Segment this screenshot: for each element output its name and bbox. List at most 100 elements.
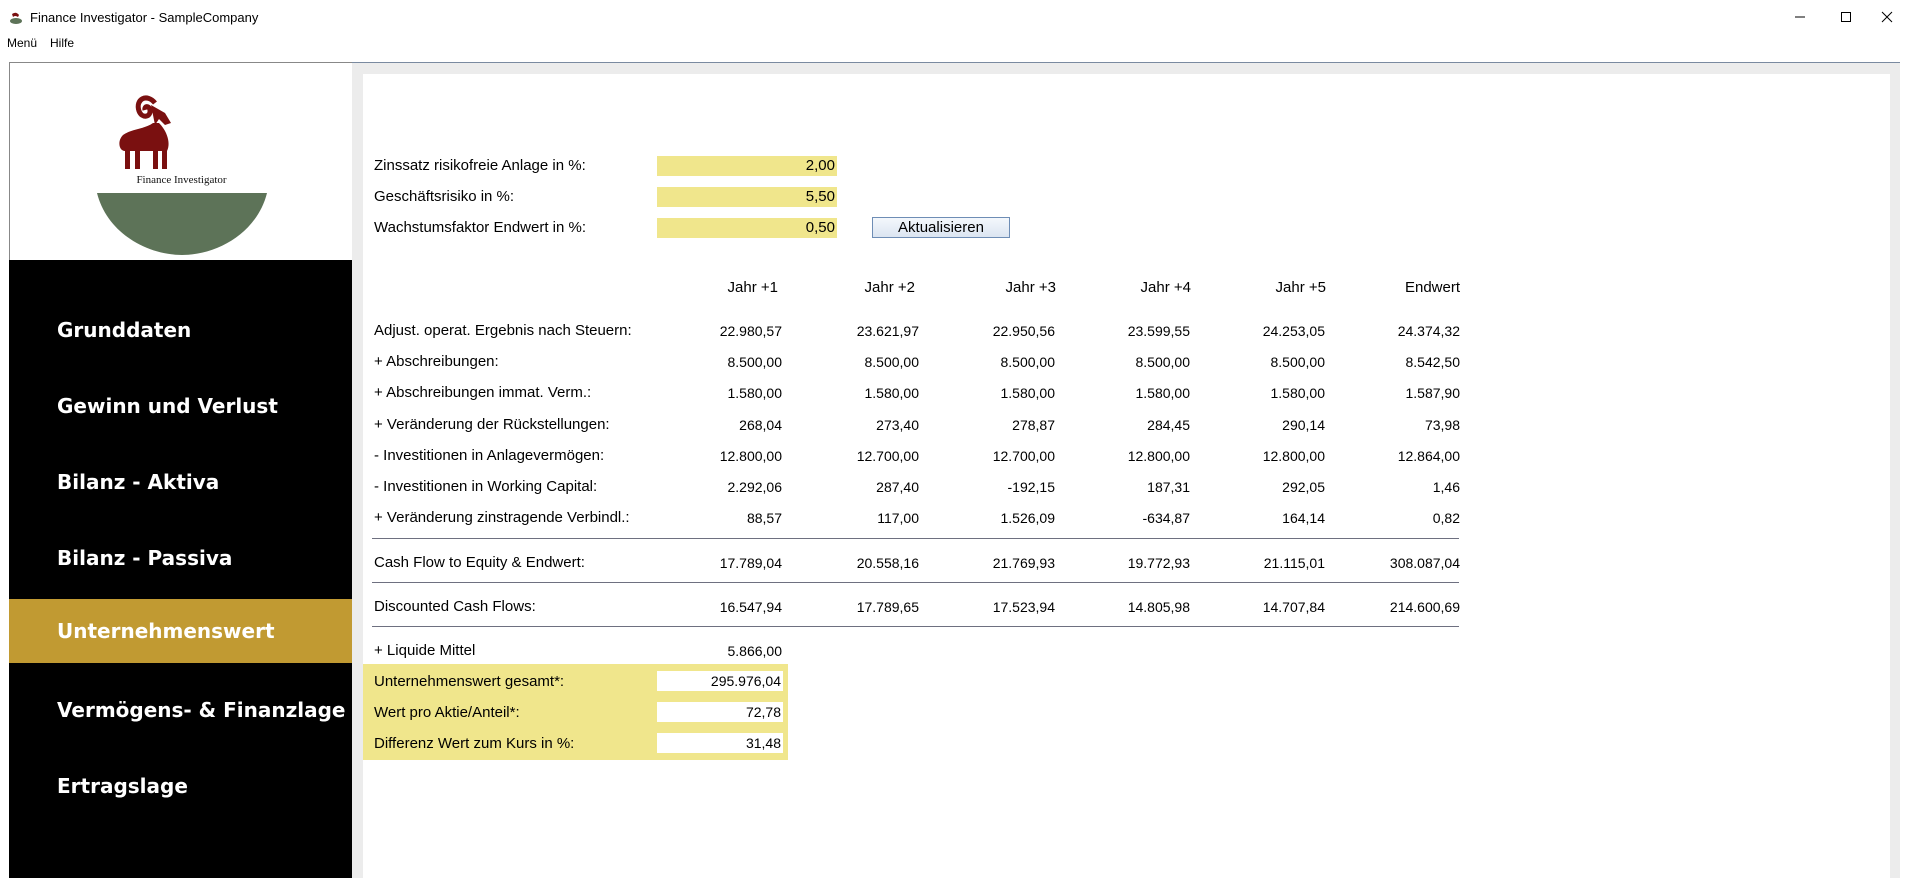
title-bar: Finance Investigator - SampleCompany [0, 0, 1905, 34]
table-row-label: + Veränderung der Rückstellungen: [374, 416, 610, 433]
table-row-label: Adjust. operat. Ergebnis nach Steuern: [374, 322, 632, 339]
table-row-label: + Abschreibungen immat. Verm.: [374, 384, 592, 401]
cashflow-cell: 21.115,01 [1263, 555, 1325, 571]
nav-item-grunddaten[interactable]: Grunddaten [9, 298, 352, 362]
discounted-cell: 14.707,84 [1262, 599, 1325, 615]
table-cell: 22.980,57 [719, 323, 782, 339]
minimize-icon [1795, 16, 1805, 18]
table-cell: 278,87 [1012, 417, 1055, 433]
divider [372, 582, 1459, 583]
table-cell: 292,05 [1282, 479, 1325, 495]
cashflow-label: Cash Flow to Equity & Endwert: [374, 554, 585, 571]
value-per-share-field: 72,78 [657, 702, 783, 722]
table-cell: 12.700,00 [992, 448, 1055, 464]
column-header-year-1: Jahr +1 [727, 279, 778, 296]
sidebar: Finance Investigator Grunddaten Gewinn u… [9, 62, 352, 878]
table-cell: 268,04 [739, 417, 782, 433]
table-cell: 1.587,90 [1405, 385, 1461, 401]
total-value-field: 295.976,04 [657, 671, 783, 691]
business-risk-input[interactable]: 5,50 [657, 187, 837, 207]
table-cell: 187,31 [1147, 479, 1190, 495]
table-cell: 24.253,05 [1262, 323, 1325, 339]
menu-item-menu[interactable]: Menü [7, 36, 37, 50]
maximize-button[interactable] [1823, 0, 1869, 34]
liquid-label: + Liquide Mittel [374, 642, 476, 659]
column-header-year-4: Jahr +4 [1140, 279, 1191, 296]
table-cell: 284,45 [1147, 417, 1190, 433]
table-cell: 1.580,00 [1000, 385, 1056, 401]
column-header-terminal-value: Endwert [1404, 279, 1460, 296]
table-cell: 1.580,00 [1270, 385, 1326, 401]
cashflow-cell: 20.558,16 [856, 555, 919, 571]
table-row-label: + Abschreibungen: [374, 353, 499, 370]
table-cell: 2.292,06 [727, 479, 783, 495]
discounted-cell: 214.600,69 [1389, 599, 1460, 615]
column-header-year-3: Jahr +3 [1005, 279, 1056, 296]
maximize-icon [1841, 12, 1851, 22]
table-cell: 24.374,32 [1397, 323, 1460, 339]
nav-item-unternehmenswert[interactable]: Unternehmenswert [9, 599, 352, 663]
divider [372, 538, 1459, 539]
table-cell: 8.500,00 [864, 354, 920, 370]
result-label-value-per-share: Wert pro Aktie/Anteil*: [374, 704, 520, 721]
result-label-total-value: Unternehmenswert gesamt*: [374, 673, 565, 690]
table-cell: 1.580,00 [1135, 385, 1191, 401]
app-icon [10, 12, 22, 24]
table-cell: 287,40 [876, 479, 919, 495]
table-cell: 8.500,00 [1270, 354, 1326, 370]
table-cell: 73,98 [1424, 417, 1460, 433]
growth-factor-input[interactable]: 0,50 [657, 218, 837, 238]
result-label-difference: Differenz Wert zum Kurs in %: [374, 735, 575, 752]
nav-item-gewinn-und-verlust[interactable]: Gewinn und Verlust [9, 374, 352, 438]
table-cell: 12.700,00 [856, 448, 919, 464]
close-icon [1881, 11, 1893, 23]
table-cell: 12.800,00 [1262, 448, 1325, 464]
ram-logo [119, 95, 171, 169]
table-row-label: - Investitionen in Working Capital: [374, 478, 598, 495]
table-cell: 22.950,56 [992, 323, 1055, 339]
table-cell: 273,40 [876, 417, 919, 433]
minimize-button[interactable] [1777, 0, 1823, 34]
table-cell: 23.621,97 [856, 323, 919, 339]
table-cell: 12.800,00 [719, 448, 782, 464]
table-cell: 8.500,00 [1000, 354, 1056, 370]
window-title: Finance Investigator - SampleCompany [30, 10, 259, 25]
table-cell: 290,14 [1282, 417, 1325, 433]
param-label-business-risk: Geschäftsrisiko in %: [374, 188, 515, 205]
column-header-year-5: Jahr +5 [1275, 279, 1326, 296]
logo-caption: Finance Investigator [136, 174, 227, 186]
table-cell: 88,57 [746, 510, 782, 526]
param-label-growth-factor: Wachstumsfaktor Endwert in %: [374, 219, 587, 236]
cashflow-cell: 308.087,04 [1389, 555, 1460, 571]
logo-hill [97, 193, 267, 255]
table-cell: -192,15 [1007, 479, 1055, 495]
cashflow-cell: 19.772,93 [1127, 555, 1190, 571]
table-cell: 1,46 [1432, 479, 1460, 495]
discounted-cell: 17.523,94 [992, 599, 1055, 615]
column-header-year-2: Jahr +2 [864, 279, 915, 296]
divider [372, 626, 1459, 627]
table-cell: 8.500,00 [727, 354, 783, 370]
nav-item-bilanz-passiva[interactable]: Bilanz - Passiva [9, 526, 352, 590]
table-row-label: - Investitionen in Anlagevermögen: [374, 447, 605, 464]
menu-item-help[interactable]: Hilfe [50, 36, 74, 50]
update-button[interactable]: Aktualisieren [872, 217, 1010, 238]
logo: Finance Investigator [9, 62, 352, 260]
nav-item-bilanz-aktiva[interactable]: Bilanz - Aktiva [9, 450, 352, 514]
param-label-risk-free-rate: Zinssatz risikofreie Anlage in %: [374, 157, 586, 174]
close-button[interactable] [1869, 0, 1905, 34]
risk-free-rate-input[interactable]: 2,00 [657, 156, 837, 176]
discounted-cell: 17.789,65 [856, 599, 919, 615]
table-cell: 164,14 [1282, 510, 1325, 526]
table-cell: 23.599,55 [1127, 323, 1190, 339]
difference-field: 31,48 [657, 733, 783, 753]
discounted-cell: 14.805,98 [1127, 599, 1190, 615]
discounted-label: Discounted Cash Flows: [374, 598, 536, 615]
table-cell: -634,87 [1142, 510, 1190, 526]
table-cell: 8.500,00 [1135, 354, 1191, 370]
table-cell: 8.542,50 [1405, 354, 1461, 370]
nav-item-vermoegens-finanzlage[interactable]: Vermögens- & Finanzlage [9, 678, 352, 742]
table-row-label: + Veränderung zinstragende Verbindl.: [374, 509, 630, 526]
table-cell: 12.864,00 [1397, 448, 1460, 464]
nav-item-ertragslage[interactable]: Ertragslage [9, 754, 352, 818]
